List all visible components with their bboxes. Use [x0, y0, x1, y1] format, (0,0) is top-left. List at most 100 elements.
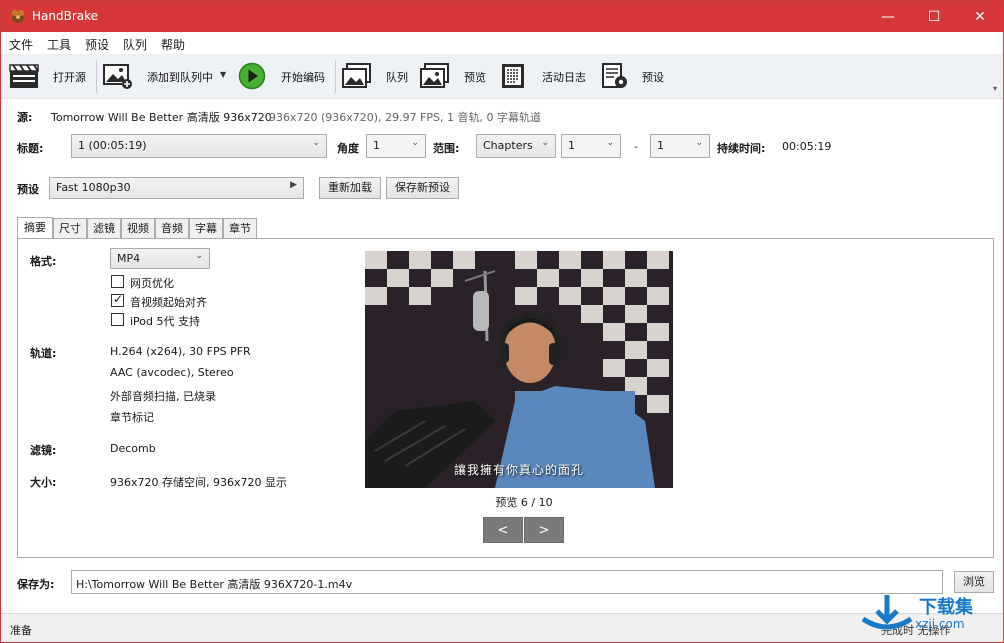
range-start-value: 1: [568, 139, 575, 152]
toolbar: 打开源 添加到队列中 ▼ 开始编码 队列 预览 活动日志 预设 ▾: [1, 54, 1003, 99]
maximize-icon: ☐: [927, 8, 941, 25]
preview-button[interactable]: 预览: [464, 69, 486, 85]
chevron-down-icon: ⌄: [606, 138, 614, 148]
tab-video[interactable]: 视频: [121, 218, 155, 239]
track-item: AAC (avcodec), Stereo: [110, 366, 234, 379]
align-av-label: 音视频起始对齐: [130, 296, 207, 309]
save-new-preset-button[interactable]: 保存新预设: [386, 177, 459, 199]
toolbar-separator: [96, 60, 97, 93]
format-select-value: MP4: [117, 252, 141, 265]
toolbar-separator: [335, 60, 336, 93]
duration-value: 00:05:19: [782, 140, 832, 153]
add-to-queue-dropdown-icon[interactable]: ▼: [220, 70, 226, 79]
chevron-down-icon: ⌄: [195, 251, 203, 261]
web-optimized-checkbox[interactable]: [111, 275, 124, 288]
track-item: H.264 (x264), 30 FPS PFR: [110, 345, 251, 358]
save-path-field[interactable]: H:\Tomorrow Will Be Better 高清版 936X720-1…: [71, 570, 943, 594]
preview-counter: 预览 6 / 10: [495, 496, 553, 509]
menu-help[interactable]: 帮助: [161, 36, 185, 53]
chevron-right-icon: ▶: [290, 180, 297, 190]
range-type-select[interactable]: Chapters ⌄: [476, 134, 556, 158]
queue-icon[interactable]: [342, 62, 372, 90]
watermark-url: xzji.com: [915, 617, 965, 631]
preset-label: 预设: [17, 183, 39, 196]
title-select-value: 1 (00:05:19): [78, 139, 147, 152]
minimize-button[interactable]: —: [865, 1, 911, 32]
track-item: 章节标记: [110, 411, 154, 424]
format-select[interactable]: MP4 ⌄: [110, 248, 210, 269]
title-label: 标题:: [17, 142, 44, 155]
queue-button[interactable]: 队列: [386, 69, 408, 85]
menu-tools[interactable]: 工具: [47, 36, 71, 53]
status-text: 准备: [10, 624, 32, 637]
preview-icon[interactable]: [420, 62, 450, 90]
tab-subtitles[interactable]: 字幕: [189, 218, 223, 239]
source-info: 936x720 (936x720), 29.97 FPS, 1 音轨, 0 字幕…: [269, 111, 541, 124]
range-label: 范围:: [433, 142, 460, 155]
chevron-down-icon: ⌄: [312, 138, 320, 148]
preset-select[interactable]: Fast 1080p30 ▶: [49, 177, 304, 199]
presets-button[interactable]: 预设: [642, 69, 664, 85]
track-item: 外部音频扫描, 已烧录: [110, 390, 216, 403]
tab-chapters[interactable]: 章节: [223, 218, 257, 239]
range-end-select[interactable]: 1 ⌄: [650, 134, 710, 158]
open-source-button[interactable]: 打开源: [53, 69, 86, 85]
angle-select-value: 1: [373, 139, 380, 152]
add-to-queue-button[interactable]: 添加到队列中: [147, 69, 213, 85]
maximize-button[interactable]: ☐: [911, 1, 957, 32]
align-av-checkbox[interactable]: [111, 292, 124, 307]
menu-bar: 文件 工具 预设 队列 帮助: [1, 32, 1003, 54]
angle-select[interactable]: 1 ⌄: [366, 134, 426, 158]
add-to-queue-icon[interactable]: [103, 62, 133, 90]
tracks-label: 轨道:: [30, 347, 57, 360]
preview-subtitle: 讓我擁有你真心的面孔: [453, 463, 584, 477]
menu-file[interactable]: 文件: [9, 36, 33, 53]
clapperboard-icon[interactable]: [9, 62, 39, 90]
ipod-support-label: iPod 5代 支持: [130, 315, 201, 328]
angle-label: 角度: [337, 142, 359, 155]
size-value: 936x720 存储空间, 936x720 显示: [110, 476, 287, 489]
download-arrow-logo-icon: [861, 595, 913, 630]
range-end-value: 1: [657, 139, 664, 152]
preview-frame-illustration: [365, 251, 673, 488]
reload-preset-button[interactable]: 重新加载: [319, 177, 381, 199]
preset-select-value: Fast 1080p30: [56, 181, 131, 194]
start-encode-button[interactable]: 开始编码: [281, 69, 325, 85]
app-window: HandBrake — ☐ ✕ 文件 工具 预设 队列 帮助 打开源 添加到队列…: [0, 0, 1004, 643]
range-type-value: Chapters: [483, 139, 533, 152]
activity-log-icon[interactable]: [499, 62, 529, 90]
menu-presets[interactable]: 预设: [85, 36, 109, 53]
source-name: Tomorrow Will Be Better 高清版 936x720: [51, 111, 272, 124]
close-button[interactable]: ✕: [957, 1, 1003, 32]
minimize-icon: —: [881, 8, 895, 25]
window-title: HandBrake: [32, 9, 99, 23]
web-optimized-label: 网页优化: [130, 277, 174, 290]
title-select[interactable]: 1 (00:05:19) ⌄: [71, 134, 327, 158]
range-dash: -: [634, 140, 638, 153]
watermark-title: 下载集: [919, 597, 973, 618]
range-start-select[interactable]: 1 ⌄: [561, 134, 621, 158]
chevron-down-icon: ⌄: [541, 138, 549, 148]
browse-button[interactable]: 浏览: [954, 571, 994, 593]
duration-label: 持续时间:: [717, 142, 766, 155]
presets-gear-icon[interactable]: [600, 62, 630, 90]
activity-log-button[interactable]: 活动日志: [542, 69, 586, 85]
menu-queue[interactable]: 队列: [123, 36, 147, 53]
preview-next-button[interactable]: >: [524, 517, 564, 543]
preview-prev-button[interactable]: <: [483, 517, 523, 543]
ipod-support-checkbox[interactable]: [111, 313, 124, 326]
filters-value: Decomb: [110, 442, 156, 455]
site-watermark: 下载集 xzji.com: [859, 591, 999, 639]
size-label: 大小:: [30, 476, 57, 489]
filters-label: 滤镜:: [30, 444, 57, 457]
tab-filters[interactable]: 滤镜: [87, 218, 121, 239]
source-label: 源:: [17, 111, 33, 124]
play-icon[interactable]: [238, 62, 268, 90]
title-bar[interactable]: HandBrake — ☐ ✕: [1, 1, 1003, 32]
tab-dimensions[interactable]: 尺寸: [53, 218, 87, 239]
tab-audio[interactable]: 音频: [155, 218, 189, 239]
toolbar-overflow-icon[interactable]: ▾: [993, 84, 997, 93]
chevron-down-icon: ⌄: [411, 138, 419, 148]
tab-summary[interactable]: 摘要: [17, 217, 53, 239]
save-as-label: 保存为:: [17, 578, 55, 591]
